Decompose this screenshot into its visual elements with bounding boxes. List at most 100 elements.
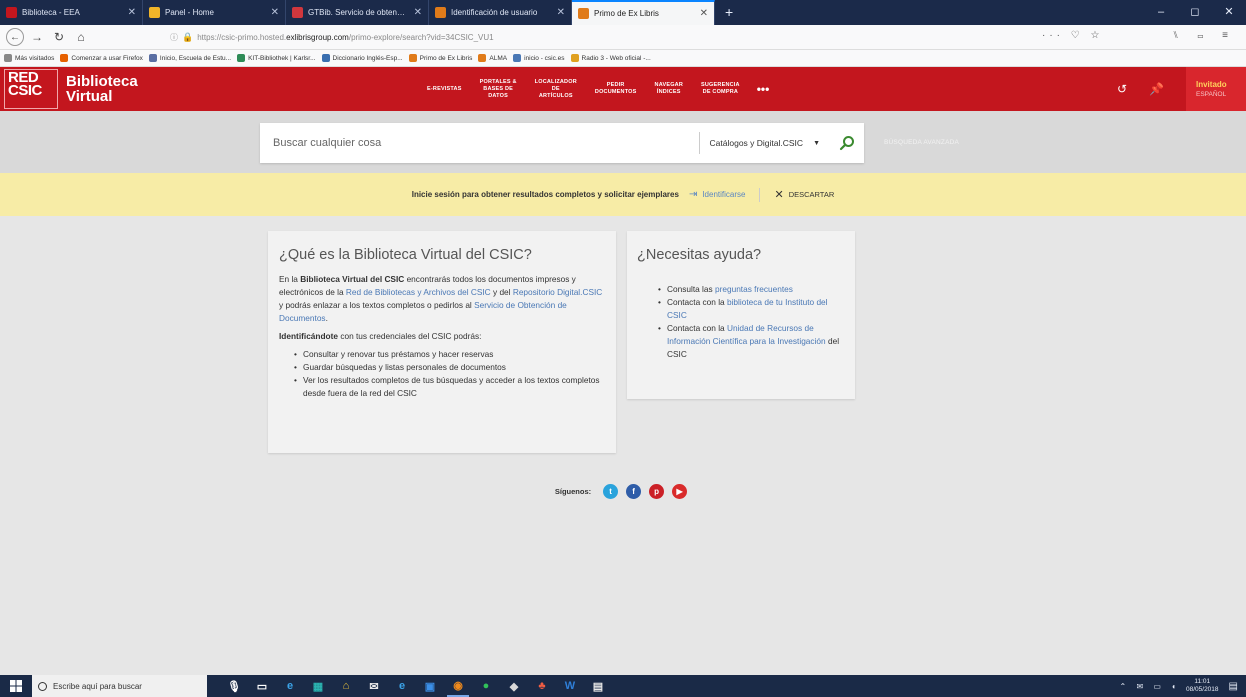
bookmark-item[interactable]: Radio 3 - Web oficial -... bbox=[570, 54, 651, 62]
nav-item[interactable]: E-REVISTAS bbox=[418, 86, 471, 93]
search-button[interactable] bbox=[830, 123, 864, 163]
favicon-icon bbox=[578, 8, 589, 19]
search-scope-label: Catálogos y Digital.CSIC bbox=[709, 138, 804, 148]
notifications-icon[interactable]: ▤ bbox=[1229, 681, 1238, 692]
dismiss-button[interactable]: ✕ DESCARTAR bbox=[774, 188, 834, 201]
close-icon: ✕ bbox=[774, 189, 784, 201]
bookmark-item[interactable]: Diccionario Inglés-Esp... bbox=[321, 54, 403, 62]
facebook-icon[interactable]: f bbox=[626, 484, 642, 499]
tray-icons[interactable]: ⌃ ✉ ▭ ◖ bbox=[1120, 682, 1180, 691]
info-icon[interactable]: ⓘ bbox=[170, 32, 178, 43]
bookmark-item[interactable]: inicio - csic.es bbox=[513, 54, 565, 62]
bookmark-icon bbox=[321, 54, 330, 62]
browser-tab[interactable]: Biblioteca - EEA ✕ bbox=[0, 0, 143, 25]
browser-tab[interactable]: Primo de Ex Libris ✕ bbox=[572, 0, 715, 25]
firefox-icon[interactable]: ◉ bbox=[447, 675, 469, 697]
browser-tab-strip: Biblioteca - EEA ✕ Panel - Home ✕ GTBib. Ser… bbox=[0, 0, 1246, 25]
more-menu-button[interactable]: ••• bbox=[749, 82, 778, 96]
explorer-icon[interactable]: ▣ bbox=[419, 675, 441, 697]
mail-icon[interactable]: ✉ bbox=[363, 675, 385, 697]
nav-item[interactable]: LOCALIZADOR DE ARTÍCULOS bbox=[526, 79, 586, 100]
twitter-icon[interactable]: t bbox=[603, 484, 619, 499]
close-tab-icon[interactable]: ✕ bbox=[700, 8, 708, 19]
bookmark-icon bbox=[478, 54, 487, 62]
search-box: Catálogos y Digital.CSIC ▼ bbox=[260, 123, 864, 163]
home-icon[interactable]: ⌂ bbox=[72, 28, 90, 46]
search-scope-dropdown[interactable]: Catálogos y Digital.CSIC ▼ bbox=[698, 132, 830, 154]
close-tab-icon[interactable]: ✕ bbox=[271, 7, 279, 18]
red-bibliotecas-link[interactable]: Red de Bibliotecas y Archivos del CSIC bbox=[346, 287, 491, 297]
nav-item[interactable]: SUGERENCIA DE COMPRA bbox=[692, 82, 749, 96]
chrome-icon[interactable]: ● bbox=[475, 675, 497, 697]
list-item: Ver los resultados completos de tus búsq… bbox=[294, 374, 605, 400]
tab-label: Biblioteca - EEA bbox=[22, 8, 80, 17]
nav-item[interactable]: NAVEGAR ÍNDICES bbox=[646, 82, 693, 96]
benefits-list: Consultar y renovar tus préstamos y hace… bbox=[279, 348, 605, 400]
clock[interactable]: 11:01 08/05/2018 bbox=[1186, 678, 1219, 694]
pin-icon[interactable]: 📌 bbox=[1149, 82, 1164, 96]
close-tab-icon[interactable]: ✕ bbox=[557, 7, 565, 18]
app-icon[interactable]: ◆ bbox=[503, 675, 525, 697]
close-window-button[interactable]: ✕ bbox=[1212, 0, 1246, 25]
repositorio-link[interactable]: Repositorio Digital.CSIC bbox=[513, 287, 602, 297]
sign-in-link[interactable]: ⇥ Identificarse bbox=[689, 189, 746, 200]
maximize-button[interactable]: ◻ bbox=[1178, 0, 1212, 25]
tab-label: Panel - Home bbox=[165, 8, 214, 17]
internet-explorer-icon[interactable]: e bbox=[391, 675, 413, 697]
browser-tab[interactable]: Panel - Home ✕ bbox=[143, 0, 286, 25]
store-icon[interactable]: ⌂ bbox=[335, 675, 357, 697]
url-bar[interactable]: ⓘ 🔒 https://csic-primo.hosted. exlibrisgr… bbox=[170, 28, 1030, 47]
search-bar-area: Catálogos y Digital.CSIC ▼ BÚSQUEDA AVAN… bbox=[0, 111, 1246, 173]
nav-item[interactable]: PORTALES & BASES DE DATOS bbox=[471, 79, 526, 100]
search-input[interactable] bbox=[260, 123, 699, 163]
bookmark-item[interactable]: Inicio, Escuela de Estu... bbox=[148, 54, 231, 62]
pinterest-icon[interactable]: p bbox=[649, 484, 665, 499]
edge-icon[interactable]: e bbox=[279, 675, 301, 697]
calculator-icon[interactable]: ▤ bbox=[587, 675, 609, 697]
bookmark-item[interactable]: KIT-Bibliothek | Karlsr... bbox=[237, 54, 316, 62]
bookmark-item[interactable]: ALMA bbox=[478, 54, 507, 62]
reload-icon[interactable]: ↻ bbox=[50, 28, 68, 46]
close-tab-icon[interactable]: ✕ bbox=[414, 7, 422, 18]
bookmarks-bar: Más visitados Comenzar a usar Firefox Inic… bbox=[0, 50, 1246, 67]
forward-arrow-icon[interactable]: → bbox=[28, 28, 46, 46]
bookmark-item[interactable]: Más visitados bbox=[4, 54, 54, 62]
window-controls: – ◻ ✕ bbox=[1144, 0, 1246, 25]
microphone-icon[interactable]: 🎙 bbox=[223, 675, 245, 697]
nav-item[interactable]: PEDIR DOCUMENTOS bbox=[586, 82, 646, 96]
app2-icon[interactable]: ♣ bbox=[531, 675, 553, 697]
list-item: Consulta las preguntas frecuentes bbox=[658, 283, 845, 296]
browser-tab[interactable]: GTBib. Servicio de obtencion d ✕ bbox=[286, 0, 429, 25]
bookmark-icon bbox=[513, 54, 522, 62]
word-icon[interactable]: W bbox=[559, 675, 581, 697]
new-tab-button[interactable]: + bbox=[715, 0, 743, 25]
close-tab-icon[interactable]: ✕ bbox=[128, 7, 136, 18]
faq-link[interactable]: preguntas frecuentes bbox=[715, 284, 793, 294]
toolbar-menu[interactable]: ⑊ ▭ ≡ bbox=[1173, 30, 1236, 41]
user-name: Invitado bbox=[1196, 80, 1227, 89]
bookmark-item[interactable]: Comenzar a usar Firefox bbox=[60, 54, 143, 62]
user-menu[interactable]: Invitado ESPAÑOL bbox=[1186, 67, 1246, 111]
browser-nav-bar: ← → ↻ ⌂ ⓘ 🔒 https://csic-primo.hosted. ex… bbox=[0, 25, 1246, 50]
history-icon[interactable]: ↺ bbox=[1117, 82, 1127, 96]
bookmark-item[interactable]: Primo de Ex Libris bbox=[408, 54, 472, 62]
favicon-icon bbox=[6, 7, 17, 18]
language-selector[interactable]: ESPAÑOL bbox=[1196, 91, 1246, 98]
tab-label: GTBib. Servicio de obtencion d bbox=[308, 8, 408, 17]
browser-tab[interactable]: Identificación de usuario ✕ bbox=[429, 0, 572, 25]
url-path: /primo-explore/search?vid=34CSIC_VU1 bbox=[348, 33, 494, 42]
back-arrow-icon[interactable]: ← bbox=[6, 28, 24, 46]
youtube-icon[interactable]: ▶ bbox=[672, 484, 688, 499]
taskbar-search[interactable]: Escribe aquí para buscar bbox=[32, 675, 207, 697]
lock-icon: 🔒 bbox=[182, 32, 194, 42]
photos-icon[interactable]: ▦ bbox=[307, 675, 329, 697]
about-paragraph: En la Biblioteca Virtual del CSIC encont… bbox=[279, 274, 603, 323]
start-button[interactable] bbox=[0, 675, 32, 697]
logo[interactable]: RED CSIC Biblioteca Virtual bbox=[4, 69, 138, 109]
minimize-button[interactable]: – bbox=[1144, 0, 1178, 25]
advanced-search-link[interactable]: BÚSQUEDA AVANZADA bbox=[884, 139, 959, 146]
page-actions[interactable]: ··· ♡ ☆ bbox=[1042, 30, 1103, 41]
task-view-icon[interactable]: ▭ bbox=[251, 675, 273, 697]
tab-label: Identificación de usuario bbox=[451, 8, 538, 17]
list-item: Contacta con la biblioteca de tu Institu… bbox=[658, 296, 845, 322]
